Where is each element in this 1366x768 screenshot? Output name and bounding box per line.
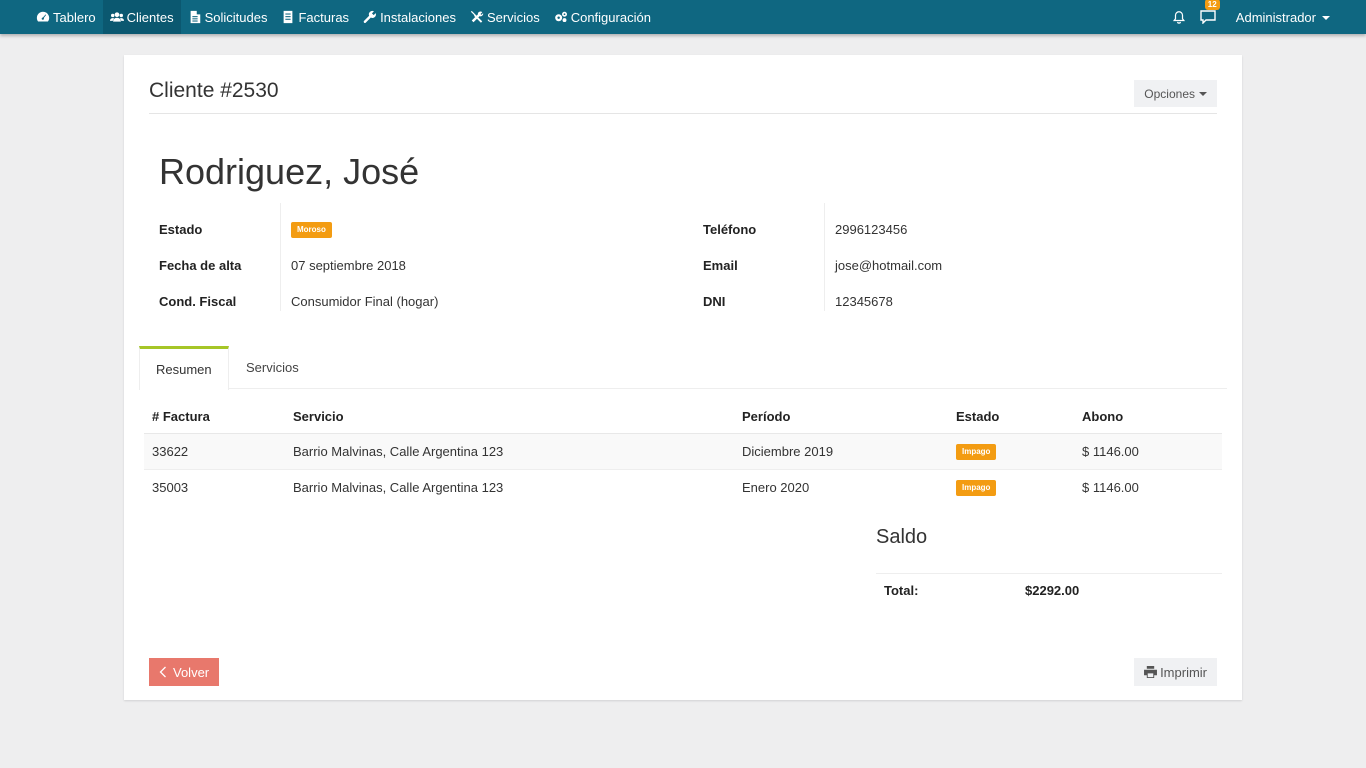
messages-count-badge: 12	[1204, 0, 1220, 10]
tab-servicios[interactable]: Servicios	[230, 346, 315, 389]
cell-periodo: Diciembre 2019	[742, 444, 834, 459]
nav-item-label: Instalaciones	[380, 9, 456, 25]
client-name: Rodriguez, José	[159, 151, 420, 192]
info-value-dni: 12345678	[835, 293, 893, 309]
info-label-telefono: Teléfono	[703, 221, 757, 237]
table-header: # Factura Servicio Período Estado Abono	[144, 399, 1222, 434]
nav-item-label: Servicios	[486, 9, 540, 25]
info-label-dni: DNI	[703, 293, 726, 309]
column-header-periodo: Período	[742, 409, 791, 424]
column-header-abono: Abono	[1082, 409, 1124, 424]
cell-estado: Impago	[956, 470, 997, 505]
back-button-label: Volver	[173, 664, 210, 680]
info-label-cond-fiscal: Cond. Fiscal	[159, 293, 237, 309]
nav-item-instalaciones[interactable]: Instalaciones	[356, 0, 463, 34]
info-label-email: Email	[703, 257, 738, 273]
divider	[149, 113, 1217, 114]
options-label: Opciones	[1144, 86, 1195, 101]
wrench-icon	[363, 10, 377, 23]
table-row[interactable]: 35003 Barrio Malvinas, Calle Argentina 1…	[144, 469, 1222, 504]
top-navbar: Tablero Clientes Solicitudes Facturas In…	[0, 0, 1366, 34]
nav-item-facturas[interactable]: Facturas	[274, 0, 356, 34]
column-header-servicio: Servicio	[293, 409, 344, 424]
tab-label: Resumen	[156, 362, 212, 377]
info-value-cond-fiscal: Consumidor Final (hogar)	[291, 293, 439, 309]
info-value-email: jose@hotmail.com	[835, 257, 943, 273]
options-dropdown-button[interactable]: Opciones	[1134, 80, 1217, 107]
divider	[280, 203, 281, 311]
nav-menu: Tablero Clientes Solicitudes Facturas In…	[29, 0, 658, 34]
tab-label: Servicios	[246, 360, 299, 375]
status-badge: Impago	[956, 443, 997, 460]
invoice-icon	[284, 10, 293, 24]
cell-servicio: Barrio Malvinas, Calle Argentina 123	[293, 480, 504, 495]
column-header-estado: Estado	[956, 409, 1000, 424]
print-button[interactable]: Imprimir	[1134, 658, 1217, 686]
nav-item-configuracion[interactable]: Configuración	[547, 0, 658, 34]
caret-down-icon	[1199, 92, 1207, 96]
table-row[interactable]: 33622 Barrio Malvinas, Calle Argentina 1…	[144, 434, 1222, 469]
nav-item-label: Facturas	[298, 9, 350, 25]
info-label-estado: Estado	[159, 221, 203, 237]
cell-periodo: Enero 2020	[742, 480, 810, 495]
client-info: Estado Moroso Fecha de alta 07 septiembr…	[124, 203, 1242, 313]
column-header-factura: # Factura	[152, 409, 210, 424]
tab-resumen[interactable]: Resumen	[139, 346, 229, 390]
nav-item-clientes[interactable]: Clientes	[102, 0, 181, 34]
nav-item-tablero[interactable]: Tablero	[29, 0, 103, 34]
user-menu[interactable]: Administrador	[1236, 10, 1330, 25]
comments-icon	[1200, 10, 1216, 25]
status-badge-text: Moroso	[291, 222, 332, 238]
divider	[876, 573, 1222, 574]
tab-bar: Resumen Servicios	[139, 346, 1227, 390]
messages-button[interactable]: 12	[1200, 0, 1220, 25]
print-button-label: Imprimir	[1160, 664, 1207, 680]
info-value-fecha-alta: 07 septiembre 2018	[291, 257, 406, 273]
gears-icon	[554, 11, 567, 23]
caret-down-icon	[1322, 16, 1330, 20]
status-badge: Moroso	[291, 222, 332, 238]
print-icon	[1144, 666, 1158, 678]
nav-item-solicitudes[interactable]: Solicitudes	[181, 0, 275, 34]
tools-icon	[470, 10, 484, 23]
users-icon	[109, 12, 124, 22]
bell-icon[interactable]	[1172, 10, 1186, 24]
cell-servicio: Barrio Malvinas, Calle Argentina 123	[293, 444, 504, 459]
saldo-heading: Saldo	[876, 526, 928, 548]
status-badge: Impago	[956, 479, 997, 496]
client-panel: Cliente #2530 Opciones Rodriguez, José E…	[124, 55, 1242, 700]
info-label-fecha-alta: Fecha de alta	[159, 257, 242, 273]
user-name: Administrador	[1235, 9, 1316, 25]
divider	[824, 203, 825, 311]
nav-item-label: Configuración	[570, 9, 651, 25]
cell-factura: 33622	[152, 444, 189, 459]
nav-item-label: Solicitudes	[204, 9, 268, 25]
file-icon	[190, 10, 200, 24]
chevron-left-icon	[159, 666, 166, 678]
cell-abono: $ 1146.00	[1082, 444, 1139, 459]
cell-abono: $ 1146.00	[1082, 480, 1139, 495]
cell-estado: Impago	[956, 434, 997, 469]
saldo-total-value: $2292.00	[1025, 582, 1080, 598]
nav-item-label: Clientes	[126, 9, 174, 25]
nav-item-servicios[interactable]: Servicios	[463, 0, 547, 34]
nav-user-area: 12 Administrador	[1172, 0, 1330, 34]
page-title: Cliente #2530	[149, 79, 279, 102]
cell-factura: 35003	[152, 480, 189, 495]
info-value-telefono: 2996123456	[835, 221, 908, 237]
saldo-total-label: Total:	[884, 582, 919, 598]
back-button[interactable]: Volver	[149, 658, 220, 686]
dashboard-icon	[36, 11, 50, 22]
nav-item-label: Tablero	[53, 9, 96, 25]
